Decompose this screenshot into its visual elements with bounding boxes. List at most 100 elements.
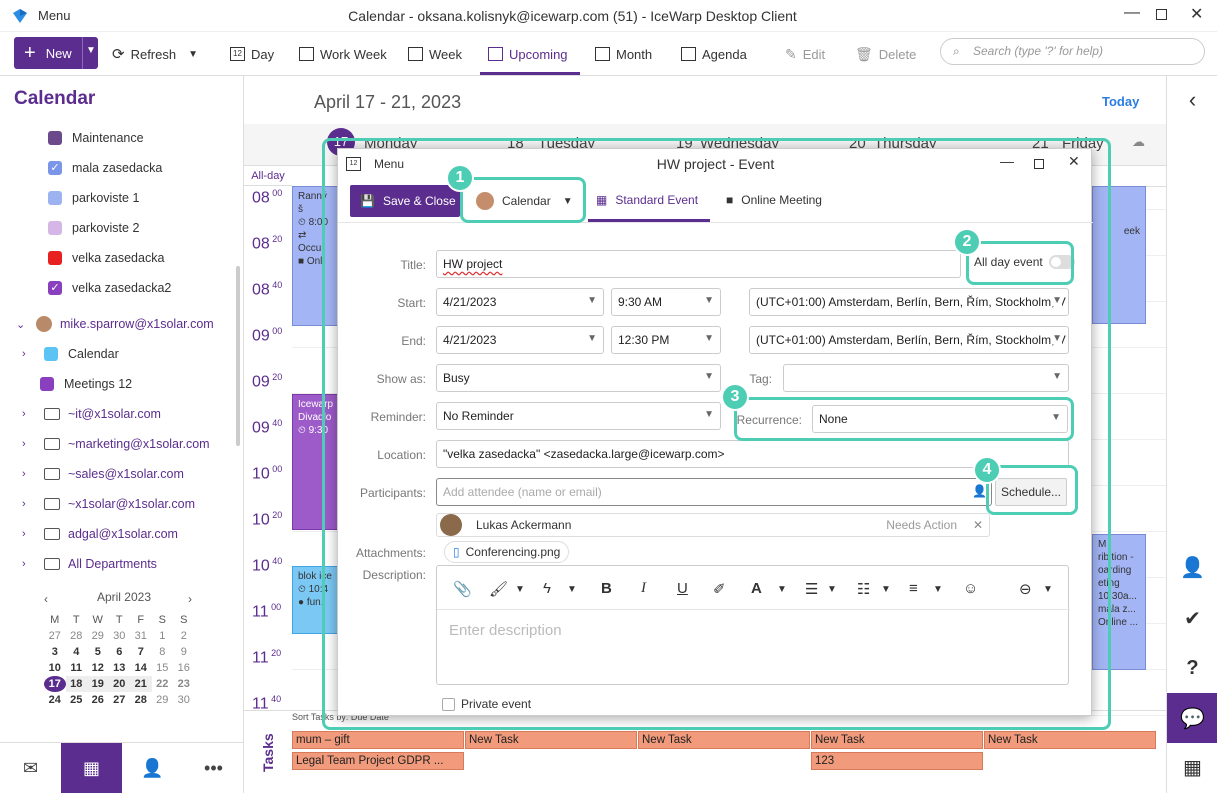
show-as-select[interactable]: Busy ▼ [436, 364, 721, 392]
task-item[interactable]: New Task [984, 731, 1156, 749]
mini-calendar-day[interactable]: 25 [66, 692, 88, 708]
mini-calendar-day[interactable]: 27 [109, 692, 131, 708]
account-item-meetings[interactable]: Meetings 12 [40, 372, 132, 396]
account-item-calendar[interactable]: › Calendar [0, 342, 119, 366]
recurrence-select[interactable]: None ▼ [812, 405, 1068, 433]
folder-item-sales[interactable]: › ~sales@x1solar.com [0, 462, 184, 486]
mini-calendar-day[interactable]: 28 [66, 628, 88, 644]
minimize-icon[interactable]: — [1124, 4, 1140, 22]
mini-calendar-day[interactable]: 30 [109, 628, 131, 644]
task-item[interactable]: mum – gift [292, 731, 464, 749]
calendar-item-parkoviste-2[interactable]: parkoviste 2 [48, 216, 139, 240]
add-person-icon[interactable]: 👤 [972, 484, 987, 498]
event-block[interactable]: Ranný š ⏲ 8:00 ⇄ Occu ■ Onli [292, 186, 338, 326]
mini-calendar-day[interactable]: 24 [44, 692, 66, 708]
chevron-right-icon[interactable]: › [22, 558, 36, 570]
view-week-button[interactable]: Week [408, 42, 462, 66]
mini-calendar-day[interactable]: 26 [87, 692, 109, 708]
tag-select[interactable]: ▼ [783, 364, 1069, 392]
all-day-toggle[interactable]: All day event [974, 255, 1075, 269]
folder-item-x1solar[interactable]: › ~x1solar@x1solar.com [0, 492, 195, 516]
delete-button[interactable]: 🗑 Delete [855, 42, 916, 66]
calendar-selector[interactable]: Calendar ▼ [470, 187, 580, 215]
bullet-list-icon[interactable]: ☰ [805, 580, 818, 598]
mini-calendar-day[interactable]: 10 [44, 660, 66, 676]
calendar-icon[interactable]: ▦ [1167, 743, 1217, 791]
mini-calendar-day[interactable]: 20 [108, 676, 130, 692]
mini-calendar-day[interactable]: 23 [173, 676, 195, 692]
calendar-item-maintenance[interactable]: Maintenance [48, 126, 144, 150]
mini-calendar-day[interactable]: 13 [109, 660, 131, 676]
calendar-item-mala-zasedacka[interactable]: ✓ mala zasedacka [48, 156, 162, 180]
close-icon[interactable]: ✕ [1068, 153, 1080, 170]
event-block[interactable]: M ribition - oarding eting 10:30a... mal… [1092, 534, 1146, 670]
mini-calendar-day[interactable]: 30 [173, 692, 195, 708]
mini-calendar-day[interactable]: 28 [130, 692, 152, 708]
mini-calendar-day[interactable]: 27 [44, 628, 66, 644]
mini-calendar-day[interactable]: 21 [130, 676, 152, 692]
tab-standard-event[interactable]: ▦ Standard Event [596, 193, 698, 207]
mini-calendar-day[interactable]: 9 [173, 644, 195, 660]
chevron-down-icon[interactable]: ▼ [777, 584, 787, 595]
task-item[interactable]: New Task [465, 731, 637, 749]
next-month-icon[interactable]: › [188, 592, 192, 606]
save-close-button[interactable]: 💾 Save & Close [350, 185, 460, 217]
folder-item-it[interactable]: › ~it@x1solar.com [0, 402, 161, 426]
mini-calendar-day[interactable]: 14 [130, 660, 152, 676]
folder-item-adgal[interactable]: › adgal@x1solar.com [0, 522, 178, 546]
help-icon[interactable]: ? [1167, 644, 1217, 692]
calendar-item-velka-zasedacka[interactable]: velka zasedacka [48, 246, 164, 270]
attachment-chip[interactable]: ▯ Conferencing.png [444, 541, 570, 563]
chevron-down-icon[interactable]: ▼ [1043, 584, 1053, 595]
refresh-button[interactable]: ⟳ Refresh ▼ [112, 42, 198, 66]
chat-icon[interactable]: 💬 [1167, 693, 1217, 743]
more-options-icon[interactable]: ⊖ [1019, 580, 1032, 598]
edit-button[interactable]: ✎ Edit [785, 42, 825, 66]
folder-item-marketing[interactable]: › ~marketing@x1solar.com [0, 432, 210, 456]
chevron-down-icon[interactable]: ⌄ [16, 318, 30, 331]
italic-icon[interactable]: I [641, 580, 646, 597]
toggle-switch[interactable] [1048, 255, 1075, 269]
mini-calendar-day[interactable]: 15 [152, 660, 174, 676]
folder-item-all-departments[interactable]: › All Departments [0, 552, 157, 576]
chevron-down-icon[interactable]: ▼ [827, 584, 837, 595]
emoji-icon[interactable]: ☺ [963, 580, 978, 597]
chevron-down-icon[interactable]: ▼ [881, 584, 891, 595]
title-input[interactable]: HW project [436, 250, 961, 278]
mini-calendar-day[interactable]: 2 [173, 628, 195, 644]
reminder-select[interactable]: No Reminder ▼ [436, 402, 721, 430]
start-timezone-select[interactable]: (UTC+01:00) Amsterdam, Berlín, Bern, Řím… [749, 288, 1069, 316]
numbered-list-icon[interactable]: ☷ [857, 580, 870, 598]
view-upcoming-button[interactable]: Upcoming [488, 42, 568, 66]
participants-input[interactable]: Add attendee (name or email) 👤 [436, 478, 992, 506]
close-icon[interactable]: ✕ [1190, 4, 1203, 24]
task-item[interactable]: New Task [638, 731, 810, 749]
task-item[interactable]: Legal Team Project GDPR ... [292, 752, 464, 770]
lightning-icon[interactable]: ϟ [543, 580, 551, 597]
start-time-picker[interactable]: 9:30 AM ▼ [611, 288, 721, 316]
minimize-icon[interactable]: — [1000, 153, 1014, 169]
view-workweek-button[interactable]: Work Week [299, 42, 387, 66]
task-item[interactable]: New Task [811, 731, 983, 749]
new-button[interactable]: + New ▼ [14, 37, 98, 69]
view-month-button[interactable]: Month [595, 42, 652, 66]
checkmark-icon[interactable]: ✓ [48, 281, 62, 295]
mini-calendar-day[interactable]: 1 [152, 628, 174, 644]
mini-calendar-day[interactable]: 17 [44, 676, 66, 692]
today-button[interactable]: Today [1102, 94, 1139, 109]
brush-icon[interactable]: 🖌 [489, 580, 508, 598]
account-item[interactable]: ⌄ mike.sparrow@x1solar.com [0, 312, 214, 336]
mini-calendar-day[interactable]: 4 [66, 644, 88, 660]
paperclip-icon[interactable]: 📎 [453, 580, 472, 598]
checkmark-icon[interactable]: ✓ [48, 161, 62, 175]
chevron-right-icon[interactable]: › [22, 468, 36, 480]
mini-calendar-day[interactable]: 6 [109, 644, 131, 660]
end-timezone-select[interactable]: (UTC+01:00) Amsterdam, Berlín, Bern, Řím… [749, 326, 1069, 354]
bold-icon[interactable]: B [601, 580, 612, 597]
checkbox[interactable] [442, 697, 455, 711]
prev-month-icon[interactable]: ‹ [44, 592, 48, 606]
chevron-right-icon[interactable]: › [22, 408, 36, 420]
view-agenda-button[interactable]: Agenda [681, 42, 747, 66]
end-time-picker[interactable]: 12:30 PM ▼ [611, 326, 721, 354]
mini-calendar-day[interactable]: 29 [87, 628, 109, 644]
